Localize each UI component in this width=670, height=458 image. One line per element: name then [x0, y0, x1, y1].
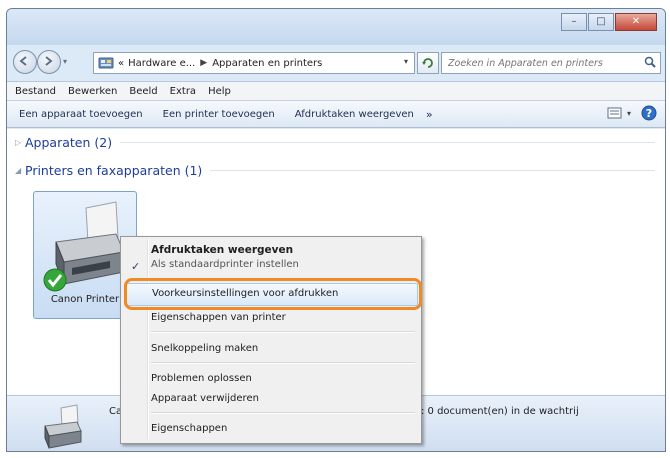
address-dropdown-icon[interactable]: ▾ [404, 57, 408, 66]
menu-bar: Bestand Bewerken Beeld Extra Help [7, 81, 665, 101]
menu-item-troubleshoot[interactable]: Problemen oplossen [151, 369, 415, 387]
refresh-icon [422, 58, 433, 68]
menu-item-properties[interactable]: Eigenschappen [151, 419, 415, 437]
screenshot-frame: – □ ✕ ▾ « Hardware e... ▶ Apparaten en p… [0, 0, 670, 458]
back-button[interactable] [13, 50, 37, 74]
details-queue-status: : 0 document(en) in de wachtrij [421, 406, 579, 417]
menu-separator [151, 331, 415, 333]
command-bar-right: ▾ ? [607, 105, 657, 121]
menu-bestand[interactable]: Bestand [15, 86, 56, 97]
refresh-button[interactable] [417, 52, 439, 74]
arrow-left-icon [19, 56, 27, 66]
checkmark-icon: ✓ [131, 260, 141, 273]
navigation-row: ▾ « Hardware e... ▶ Apparaten en printer… [7, 47, 665, 77]
view-print-jobs-button[interactable]: Afdruktaken weergeven [295, 109, 414, 120]
printer-thumbnail-icon [44, 404, 82, 449]
view-dropdown-icon[interactable]: ▾ [627, 109, 631, 118]
menu-item-view-print-jobs[interactable]: Afdruktaken weergeven [151, 241, 415, 259]
context-menu: Afdruktaken weergeven ✓ Als standaardpri… [120, 236, 422, 444]
add-device-button[interactable]: Een apparaat toevoegen [19, 109, 143, 120]
menu-item-printer-properties[interactable]: Eigenschappen van printer [151, 310, 415, 324]
search-input[interactable] [446, 55, 640, 72]
group-divider [210, 170, 655, 171]
caption-buttons: – □ ✕ [560, 13, 657, 31]
menu-extra[interactable]: Extra [170, 86, 196, 97]
group-title-devices[interactable]: Apparaten (2) [25, 135, 112, 150]
breadcrumb-hardware[interactable]: Hardware e... [128, 58, 195, 69]
menu-separator [151, 362, 415, 364]
menu-separator [151, 412, 415, 414]
forward-button[interactable] [37, 50, 61, 74]
menu-bewerken[interactable]: Bewerken [68, 86, 117, 97]
group-printers[interactable]: ◢ Printers en faxapparaten (1) [15, 163, 655, 178]
close-icon: ✕ [631, 16, 641, 27]
search-icon[interactable] [644, 56, 656, 68]
minimize-icon: – [571, 16, 577, 27]
menu-item-create-shortcut[interactable]: Snelkoppeling maken [151, 339, 415, 357]
title-bar: – □ ✕ [7, 9, 665, 45]
arrow-right-icon [45, 56, 53, 66]
collapsed-arrow-icon[interactable]: ▷ [15, 138, 25, 147]
history-dropdown-icon[interactable]: ▾ [63, 57, 67, 66]
close-button[interactable]: ✕ [615, 13, 657, 31]
breadcrumb-overflow[interactable]: « [118, 58, 124, 69]
address-bar[interactable]: « Hardware e... ▶ Apparaten en printers … [93, 52, 415, 74]
menu-help[interactable]: Help [208, 86, 231, 97]
svg-text:?: ? [646, 107, 652, 120]
minimize-button[interactable]: – [561, 13, 587, 31]
highlight-callout [124, 278, 422, 310]
change-view-icon[interactable] [607, 106, 623, 120]
more-commands-button[interactable]: » [426, 108, 433, 121]
breadcrumb-chevron-icon[interactable]: ▶ [200, 58, 207, 68]
menu-beeld[interactable]: Beeld [129, 86, 157, 97]
menu-gutter [147, 239, 149, 439]
expanded-arrow-icon[interactable]: ◢ [15, 166, 25, 175]
control-panel-icon [98, 57, 114, 69]
menu-item-remove-device[interactable]: Apparaat verwijderen [151, 389, 415, 407]
breadcrumb-devices-printers[interactable]: Apparaten en printers [212, 58, 322, 69]
search-box[interactable] [441, 52, 661, 74]
maximize-icon: □ [596, 16, 606, 27]
maximize-button[interactable]: □ [588, 13, 614, 31]
help-icon[interactable]: ? [641, 105, 657, 121]
menu-item-set-default[interactable]: Als standaardprinter instellen [151, 259, 415, 271]
group-title-printers[interactable]: Printers en faxapparaten (1) [25, 163, 202, 178]
group-devices[interactable]: ▷ Apparaten (2) [15, 135, 655, 150]
command-bar: Een apparaat toevoegen Een printer toevo… [7, 101, 665, 128]
add-printer-button[interactable]: Een printer toevoegen [163, 109, 275, 120]
group-divider [120, 142, 655, 143]
